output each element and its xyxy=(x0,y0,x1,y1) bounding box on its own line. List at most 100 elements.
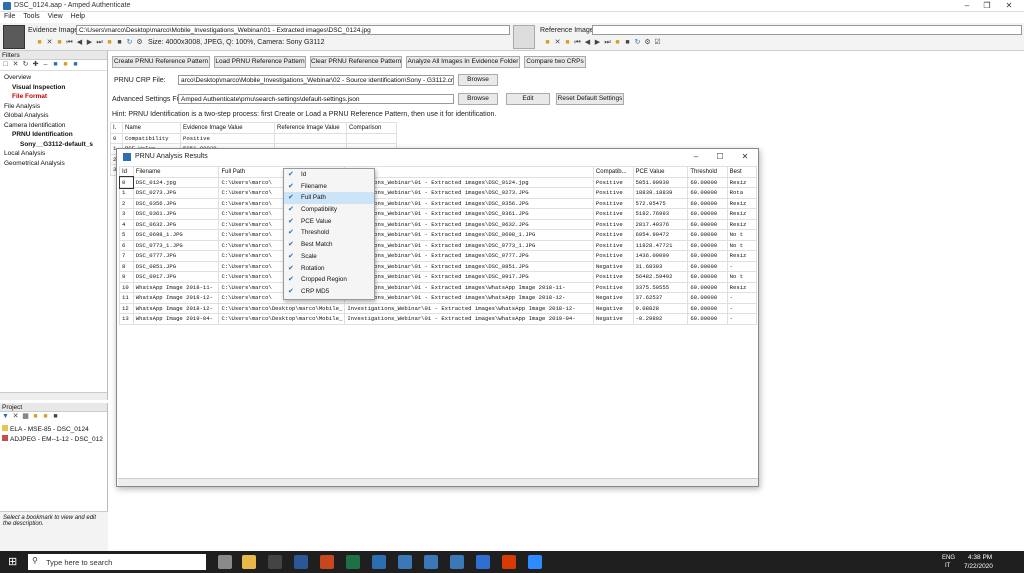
table-row[interactable]: 6 DSC_0773_1.JPG C:\Users\marco\ nstigation… xyxy=(119,239,758,251)
open-icon[interactable]: ■ xyxy=(42,413,49,420)
context-menu-item[interactable]: ✔ Compatibility xyxy=(284,204,374,216)
table-row[interactable]: 8 DSC_0851.JPG C:\Users\marco\ nstigations_… xyxy=(119,260,758,272)
next-icon[interactable]: ▶ xyxy=(594,39,601,46)
column-header[interactable]: Reference Image Value xyxy=(274,122,347,134)
filter-item[interactable]: Overview xyxy=(2,73,105,83)
column-header[interactable]: Best xyxy=(726,166,758,178)
prev-icon[interactable]: ◀ xyxy=(76,39,83,46)
column-header[interactable]: Name xyxy=(122,122,181,134)
context-menu-item[interactable]: ✔ Rotation xyxy=(284,263,374,275)
project-item[interactable]: ADJPEG - EM--1-12 - DSC_012 xyxy=(2,434,105,445)
add-icon[interactable]: ✚ xyxy=(32,61,39,68)
maximize-icon[interactable]: ❐ xyxy=(976,0,998,12)
export-icon[interactable]: ■ xyxy=(116,39,123,46)
settings-icon[interactable]: ⚙ xyxy=(644,39,651,46)
column-header[interactable]: Threshold xyxy=(687,166,728,178)
remove-icon[interactable]: – xyxy=(42,61,49,68)
first-icon[interactable]: ⏮ xyxy=(66,39,73,46)
minimize-icon[interactable]: – xyxy=(685,151,707,163)
save-icon[interactable]: ■ xyxy=(52,413,59,420)
close-icon[interactable]: ✕ xyxy=(554,39,561,46)
context-menu-item[interactable]: ✔ CRP MD5 xyxy=(284,286,374,298)
new-icon[interactable]: □ xyxy=(2,61,9,68)
powerpoint-icon[interactable] xyxy=(320,555,334,569)
folder-icon[interactable]: ■ xyxy=(36,39,43,46)
table-row[interactable]: 3 DSC_0361.JPG C:\Users\marco\ nstigations_… xyxy=(119,208,758,220)
analyze-all-button[interactable]: Analyze All Images In Evidence Folder xyxy=(406,56,520,68)
advanced-browse-button[interactable]: Browse xyxy=(458,93,498,105)
amped-dve-icon[interactable] xyxy=(450,555,464,569)
advanced-settings-field[interactable]: Amped Authenticate\prnu\search-settings\… xyxy=(178,94,454,104)
filter-item[interactable]: Visual Inspection xyxy=(2,83,105,93)
column-header[interactable]: Evidence Image Value xyxy=(180,122,275,134)
load-prnu-button[interactable]: Load PRNU Reference Pattern xyxy=(214,56,306,68)
report-icon[interactable]: ▦ xyxy=(22,413,29,420)
column-header[interactable]: Filename xyxy=(132,166,220,178)
column-header[interactable]: Comparison xyxy=(346,122,397,134)
context-menu-item[interactable]: ✔ Cropped Region xyxy=(284,274,374,286)
column-header[interactable] xyxy=(344,166,594,178)
folder-icon[interactable]: ■ xyxy=(32,413,39,420)
close-icon[interactable]: ✕ xyxy=(734,151,756,163)
clear-prnu-button[interactable]: Clear PRNU Reference Pattern xyxy=(310,56,402,68)
filter-item[interactable]: Local Analysis xyxy=(2,149,105,159)
file-explorer-icon[interactable] xyxy=(242,555,256,569)
create-prnu-button[interactable]: Create PRNU Reference Pattern xyxy=(112,56,210,68)
filter-icon[interactable]: ▼ xyxy=(2,413,9,420)
table-row[interactable]: 1 DSC_0273.JPG C:\Users\marco\ nstigations_… xyxy=(119,187,758,199)
amped-authenticate-icon[interactable] xyxy=(372,555,386,569)
column-header[interactable]: Id xyxy=(119,166,134,178)
filter-item[interactable]: File Analysis xyxy=(2,102,105,112)
bookmark-icon[interactable]: ■ xyxy=(614,39,621,46)
reset-default-settings-button[interactable]: Reset Default Settings xyxy=(556,93,624,105)
table-row[interactable]: 0 DSC_0124.jpg C:\Users\marco\ nstigations_… xyxy=(118,176,758,189)
bookmark-icon[interactable]: ■ xyxy=(106,39,113,46)
amped-replay-icon[interactable] xyxy=(424,555,438,569)
terminal-icon[interactable] xyxy=(268,555,282,569)
close-icon[interactable]: ✕ xyxy=(46,39,53,46)
word-icon[interactable] xyxy=(294,555,308,569)
last-icon[interactable]: ⏭ xyxy=(604,39,611,46)
table-row[interactable]: 2 DSC_0356.JPG C:\Users\marco\ nstigations_… xyxy=(119,197,758,209)
recorder-icon[interactable] xyxy=(502,555,516,569)
refresh-icon[interactable]: ↻ xyxy=(22,61,29,68)
column-header[interactable]: Compatib... xyxy=(592,166,634,178)
save-icon[interactable]: ■ xyxy=(52,61,59,68)
taskbar-search-input[interactable]: Type here to search xyxy=(28,554,206,570)
clock-date[interactable]: 7/22/2020 xyxy=(964,563,993,570)
context-menu-item[interactable]: ✔ Scale xyxy=(284,251,374,263)
close-icon[interactable]: ✕ xyxy=(998,0,1020,12)
table-row[interactable]: 7 DSC_0777.JPG C:\Users\marco\ nstigations_… xyxy=(119,250,758,262)
menu-tools[interactable]: Tools xyxy=(19,12,43,21)
project-item[interactable]: ELA - MSE-85 - DSC_0124 xyxy=(2,425,105,435)
task-view-icon[interactable] xyxy=(218,555,232,569)
context-menu-item[interactable]: ✔ Filename xyxy=(284,181,374,193)
table-row[interactable]: 5 DSC_0698_1.JPG C:\Users\marco\ nstigation… xyxy=(119,229,758,241)
language-indicator[interactable]: ENG xyxy=(942,555,955,561)
context-menu-item[interactable]: ✔ Full Path xyxy=(284,192,374,205)
excel-icon[interactable] xyxy=(346,555,360,569)
refresh-icon[interactable]: ↻ xyxy=(634,39,641,46)
menu-help[interactable]: Help xyxy=(67,12,89,21)
menu-view[interactable]: View xyxy=(44,12,67,21)
context-menu-item[interactable]: ✔ Best Match xyxy=(284,239,374,251)
context-menu-item[interactable]: ✔ Id xyxy=(284,169,374,181)
keyboard-layout[interactable]: IT xyxy=(945,563,950,569)
folder-icon[interactable]: ■ xyxy=(544,39,551,46)
compare-crps-button[interactable]: Compare two CRPs xyxy=(524,56,586,68)
reference-path-field[interactable] xyxy=(592,25,1022,35)
export-icon[interactable]: ■ xyxy=(624,39,631,46)
open-icon[interactable]: ■ xyxy=(56,39,63,46)
export-icon[interactable]: ■ xyxy=(72,61,79,68)
edit-button[interactable]: Edit xyxy=(506,93,550,105)
context-menu-item[interactable]: ✔ Threshold xyxy=(284,227,374,239)
amped-five-icon[interactable] xyxy=(398,555,412,569)
filter-item[interactable]: Camera Identification xyxy=(2,121,105,131)
prev-icon[interactable]: ◀ xyxy=(584,39,591,46)
table-row[interactable]: 11 WhatsApp Image 2018-12- C:\Users\marco\… xyxy=(119,292,758,304)
table-row[interactable]: 13 WhatsApp Image 2019-04- C:\Users\marco\… xyxy=(119,313,758,325)
open-icon[interactable]: ■ xyxy=(564,39,571,46)
table-row[interactable]: 9 DSC_0917.JPG C:\Users\marco\ nstigations_… xyxy=(119,271,758,283)
minimize-icon[interactable]: – xyxy=(956,0,978,12)
menu-file[interactable]: File xyxy=(0,12,19,21)
